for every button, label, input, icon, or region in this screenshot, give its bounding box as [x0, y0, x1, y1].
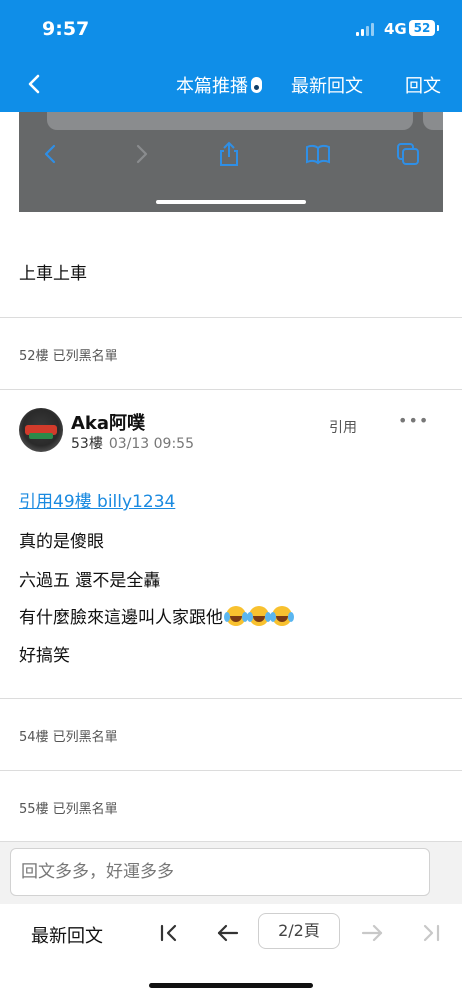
crying-laughing-emoji-icon: [247, 606, 269, 626]
post-body-line: 真的是傻眼: [19, 532, 104, 552]
floor-number: 53樓: [71, 436, 103, 452]
pagination-bar: 最新回文 2/2頁: [0, 904, 462, 1000]
username[interactable]: Aka阿噗: [71, 409, 145, 435]
previous-page-icon[interactable]: [215, 920, 241, 946]
home-indicator: [149, 983, 313, 988]
embedded-book-icon: [306, 144, 330, 165]
battery-icon: 52: [409, 20, 439, 36]
cellular-signal-icon: [356, 22, 378, 36]
push-notification-button[interactable]: 本篇推播: [176, 72, 262, 98]
blocked-post-52[interactable]: 52樓 已列黑名單: [19, 345, 118, 364]
last-page-icon: [423, 924, 440, 942]
push-label: 本篇推播: [176, 76, 248, 97]
quote-reference-link[interactable]: 引用49樓 billy1234: [19, 487, 175, 512]
post-body-line: 六過五 還不是全轟: [19, 571, 161, 591]
embedded-screenshot-image: [19, 112, 443, 212]
latest-reply-footer-button[interactable]: 最新回文: [31, 922, 103, 948]
chevron-left-icon: [28, 74, 40, 94]
page-indicator[interactable]: 2/2頁: [258, 913, 340, 949]
post-timestamp: 03/13 09:55: [108, 436, 194, 452]
embedded-tab-bar: [423, 112, 443, 130]
divider: [0, 317, 462, 318]
blocked-post-54[interactable]: 54樓 已列黑名單: [19, 726, 118, 745]
post-meta: 53樓 03/13 09:55: [71, 433, 194, 453]
nav-bar: 本篇推播 最新回文 回文: [0, 60, 462, 110]
next-page-icon: [361, 924, 383, 942]
quote-button[interactable]: 引用: [329, 417, 357, 437]
network-type: 4G: [384, 20, 407, 38]
embedded-home-indicator: [156, 200, 306, 204]
reply-button[interactable]: 回文: [405, 72, 441, 98]
embedded-share-icon: [220, 141, 238, 166]
back-button[interactable]: [20, 66, 52, 102]
post-52-text: 上車上車: [19, 264, 87, 284]
blocked-post-55[interactable]: 55樓 已列黑名單: [19, 798, 118, 817]
latest-reply-button[interactable]: 最新回文: [291, 72, 363, 98]
crying-laughing-emoji-icon: [270, 606, 292, 626]
battery-level: 52: [413, 21, 431, 35]
post-body-text: 有什麼臉來這邊叫人家跟他: [19, 608, 223, 628]
reply-input[interactable]: [10, 848, 430, 896]
divider: [0, 770, 462, 771]
embedded-back-icon: [44, 144, 56, 164]
embedded-forward-icon: [136, 144, 148, 164]
status-time: 9:57: [42, 18, 90, 40]
embedded-tabs-icon: [397, 143, 419, 165]
more-options-icon[interactable]: •••: [398, 411, 429, 430]
divider: [0, 698, 462, 699]
push-toggle-icon: [251, 77, 262, 93]
post-body-line: 有什麼臉來這邊叫人家跟他: [19, 603, 292, 628]
embedded-url-bar: [47, 112, 413, 130]
crying-laughing-emoji-icon: [224, 606, 246, 626]
divider: [0, 389, 462, 390]
post-body-line: 好搞笑: [19, 646, 70, 666]
first-page-icon[interactable]: [156, 920, 182, 946]
avatar[interactable]: [19, 408, 63, 452]
status-bar: 9:57 4G 52: [0, 0, 462, 60]
top-bar: 9:57 4G 52 本篇推播 最新回文 回文: [0, 0, 462, 112]
reply-bar: [0, 842, 462, 904]
